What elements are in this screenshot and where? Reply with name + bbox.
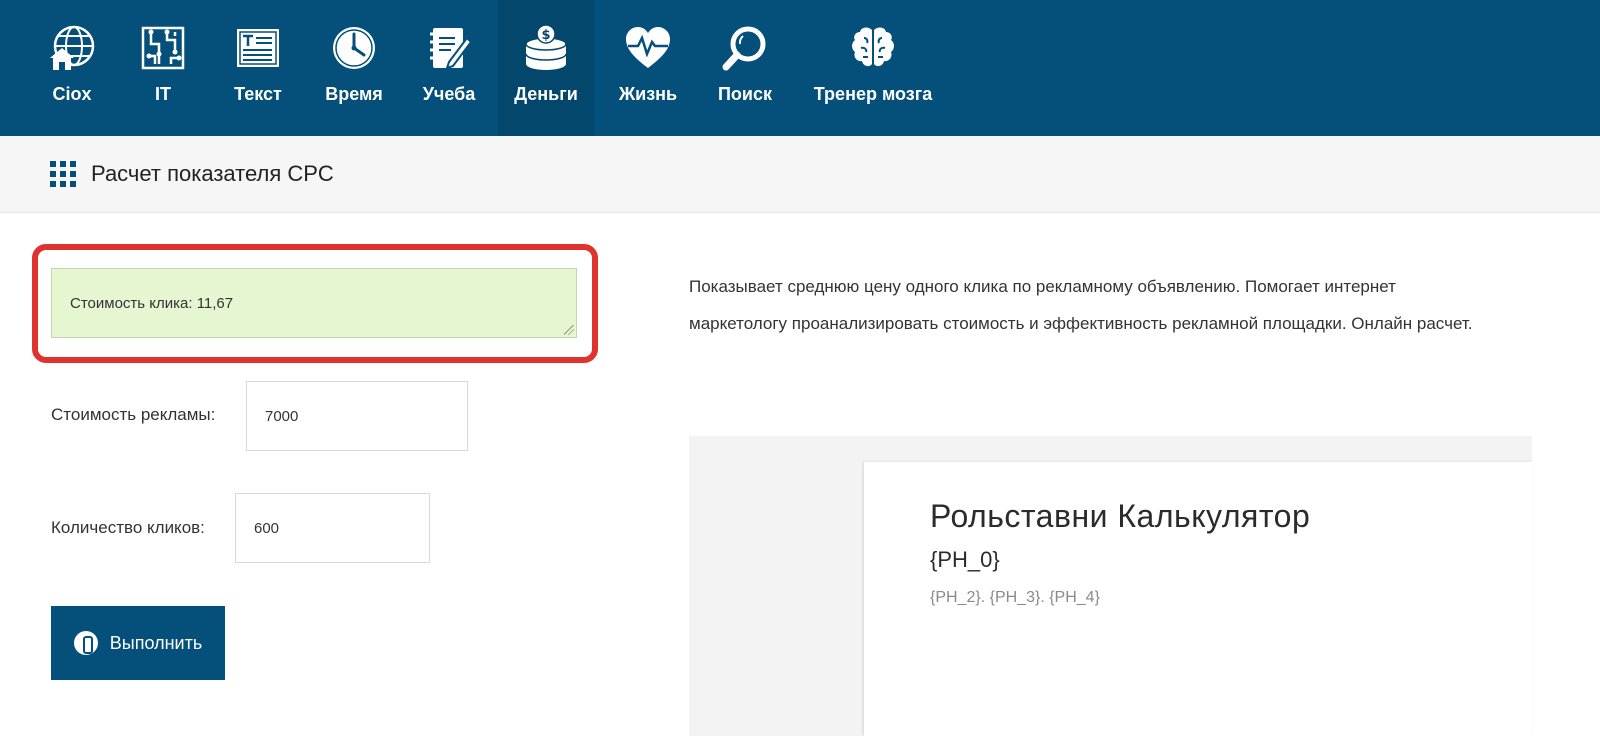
nav-item-text[interactable]: Текст (208, 0, 308, 136)
nav-label: Ciox (52, 84, 92, 104)
run-button[interactable]: Выполнить (51, 606, 225, 680)
nav-label: IT (155, 84, 171, 104)
ad-subtitle: {PH_0} (930, 547, 1000, 572)
nav-item-money[interactable]: $ Деньги (498, 0, 594, 136)
clock-icon (333, 27, 375, 69)
nav-item-time[interactable]: Время (308, 0, 400, 136)
heart-pulse-icon (626, 27, 670, 68)
ad-title: Рольставни Калькулятор (930, 498, 1311, 534)
page-title: Расчет показателя CPC (91, 161, 334, 186)
nav-item-life[interactable]: Жизнь (594, 0, 702, 136)
ad-small-text: {PH_2}. {PH_3}. {PH_4} (930, 589, 1100, 606)
nav-item-study[interactable]: Учеба (400, 0, 498, 136)
result-text: Стоимость клика: 11,67 (70, 294, 234, 312)
nav-label: Текст (234, 84, 282, 104)
ad-cost-label: Стоимость рекламы: (51, 405, 216, 424)
run-button-label: Выполнить (109, 632, 203, 653)
text-document-icon (237, 29, 279, 67)
notebook-pen-icon (430, 28, 473, 70)
brain-icon (852, 27, 894, 67)
ad-cost-input[interactable] (246, 381, 468, 451)
nav-item-ciox[interactable]: Ciox (26, 0, 118, 136)
top-navigation: Ciox IT Текст Время Учеба $ Деньги Жизнь… (0, 0, 1600, 136)
power-icon (73, 631, 98, 655)
nav-label: Поиск (717, 84, 773, 104)
grid-menu-icon[interactable] (50, 161, 76, 187)
nav-label: Деньги (514, 84, 578, 104)
magnifier-icon (722, 26, 766, 71)
svg-text:$: $ (541, 28, 550, 43)
nav-label: Учеба (422, 84, 476, 104)
coin-stack-icon: $ (525, 24, 567, 70)
clicks-input[interactable] (235, 493, 430, 563)
nav-item-it[interactable]: IT (118, 0, 208, 136)
resize-grip-icon[interactable] (564, 325, 574, 335)
clicks-label: Количество кликов: (51, 518, 205, 537)
nav-item-search[interactable]: Поиск (702, 0, 788, 136)
nav-label: Тренер мозга (813, 84, 933, 104)
circuit-board-icon (141, 26, 185, 70)
nav-item-brain-trainer[interactable]: Тренер мозга (788, 0, 958, 136)
ad-card[interactable]: Рольставни Калькулятор {PH_0} {PH_2}. {P… (864, 462, 1532, 736)
page-title-bar: Расчет показателя CPC (0, 136, 1600, 213)
nav-label: Жизнь (618, 84, 678, 104)
nav-label: Время (325, 84, 383, 104)
description-text: Показывает среднюю цену одного клика по … (689, 277, 1473, 333)
result-textarea[interactable]: Стоимость клика: 11,67 (51, 268, 577, 338)
house-globe-icon (50, 25, 95, 70)
